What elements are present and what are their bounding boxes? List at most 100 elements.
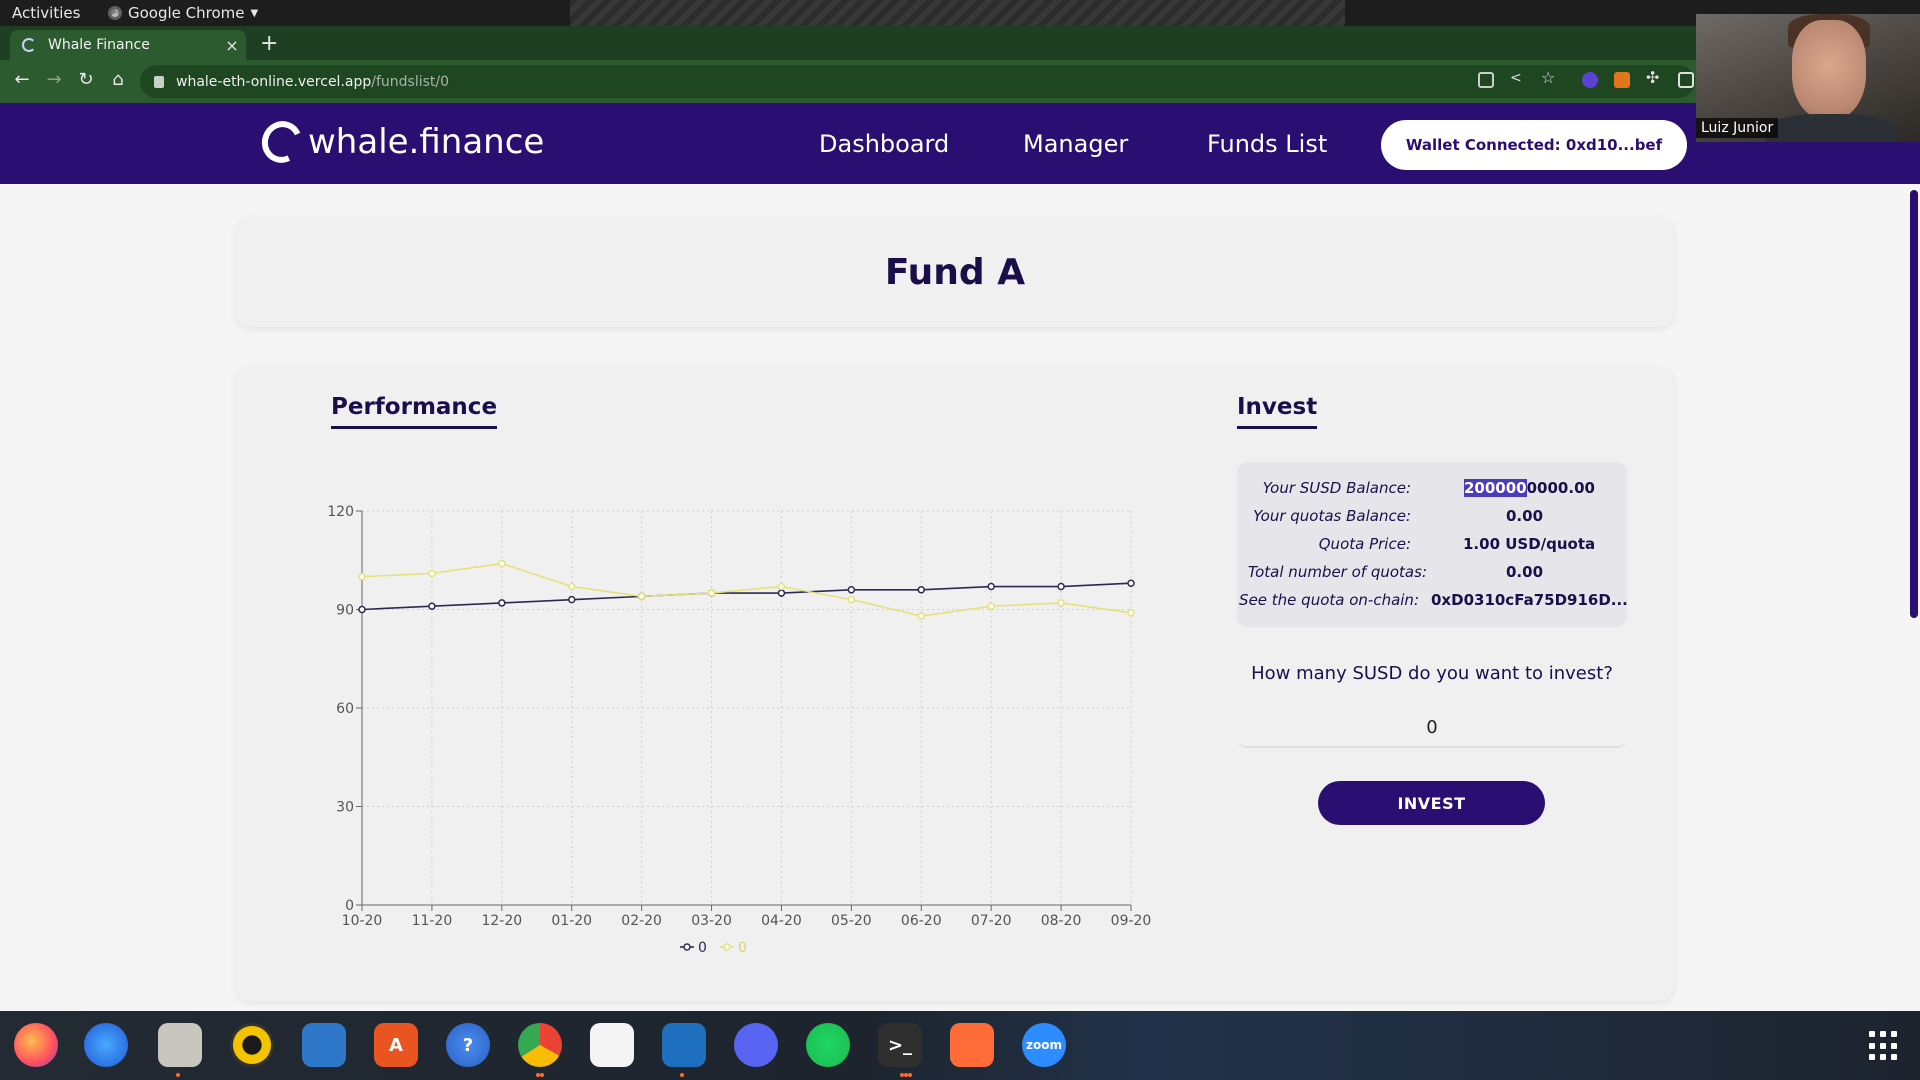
series-point-1 [847, 595, 856, 604]
caret-down-icon: ▼ [250, 7, 259, 19]
x-tick-label: 04-20 [761, 913, 802, 929]
info-row-quota-onchain: See the quota on-chain: 0xD0310cFa75D916… [1237, 591, 1628, 615]
bookmark-star-icon[interactable]: ☆ [1541, 68, 1557, 87]
metamask-icon[interactable] [1614, 72, 1630, 88]
performance-chart: 0 30 60 90 120 10-20 11-20 12-20 01-20 02-20 03-20… [327, 504, 1151, 956]
activities-button[interactable]: Activities [12, 4, 80, 22]
reload-icon[interactable]: ↻ [74, 69, 98, 90]
series-point-1 [637, 592, 646, 601]
dock-chrome-icon[interactable] [518, 1023, 562, 1067]
dock-software-icon[interactable]: A [374, 1023, 418, 1067]
translate-icon[interactable] [1478, 72, 1494, 88]
top-bar-pattern [570, 0, 1345, 26]
dock-running-indicator [908, 1073, 912, 1077]
webcam-participant-name: Luiz Junior [1696, 118, 1779, 138]
series-point-1 [1127, 609, 1135, 617]
quota-price-value: 1.00 USD/quota [1463, 535, 1596, 553]
whale-favicon-icon [22, 38, 36, 52]
y-tick-label: 60 [336, 701, 354, 717]
fund-title-card: Fund A [236, 218, 1674, 327]
dock-slack-icon[interactable] [590, 1023, 634, 1067]
share-icon[interactable]: < [1510, 70, 1526, 86]
home-icon[interactable]: ⌂ [106, 69, 130, 90]
back-arrow-icon[interactable]: ← [10, 69, 34, 90]
extensions-puzzle-icon[interactable]: ✣ [1646, 68, 1662, 87]
show-apps-grid-icon[interactable] [1869, 1031, 1899, 1061]
quotas-balance-value: 0.00 [1506, 507, 1544, 525]
legend-swatch-dot-1 [723, 943, 731, 951]
nav-manager[interactable]: Manager [1023, 130, 1128, 158]
dock-thunderbird-icon[interactable] [84, 1023, 128, 1067]
side-panel-icon[interactable] [1678, 72, 1694, 88]
dock-rhythmbox-icon[interactable] [230, 1023, 274, 1067]
dock-terminal-icon[interactable]: >_ [878, 1023, 922, 1067]
forward-arrow-icon[interactable]: → [42, 69, 66, 90]
nav-dashboard[interactable]: Dashboard [819, 130, 949, 158]
series-point-0 [917, 586, 926, 594]
unselected-text: 0000.00 [1526, 479, 1595, 497]
tab-whale-finance[interactable]: Whale Finance × [10, 30, 246, 60]
series-point-1 [707, 589, 716, 597]
series-point-1 [917, 612, 926, 620]
series-point-0 [1127, 579, 1135, 587]
url-host: whale-eth-online.vercel.app [176, 73, 372, 90]
x-tick-label: 08-20 [1041, 913, 1082, 929]
series-point-0 [987, 582, 995, 591]
series-point-0 [777, 589, 786, 597]
dock-writer-icon[interactable] [302, 1023, 346, 1067]
invest-info-box: Your SUSD Balance: 2000000000.00 Your qu… [1237, 462, 1628, 627]
x-tick-label: 07-20 [971, 913, 1012, 929]
nav-funds-list[interactable]: Funds List [1207, 130, 1327, 158]
y-tick-label: 120 [327, 504, 354, 520]
series-point-0 [428, 602, 436, 610]
series-point-1 [428, 569, 436, 578]
new-tab-icon[interactable]: + [260, 31, 278, 56]
dock-zoom-icon[interactable]: zoom [1022, 1023, 1066, 1067]
series-point-1 [498, 559, 506, 568]
webcam-face [1792, 20, 1866, 120]
invest-button[interactable]: INVEST [1318, 781, 1545, 825]
chrome-icon [108, 6, 122, 20]
series-point-0 [358, 605, 366, 614]
selected-text-highlight: 200000 [1464, 479, 1527, 497]
invest-amount-input[interactable] [1237, 708, 1627, 748]
wallet-connected-button[interactable]: Wallet Connected: 0xd10...bef [1381, 120, 1687, 170]
site-logo[interactable]: whale.finance [256, 115, 545, 169]
page-scrollbar-thumb[interactable] [1910, 190, 1918, 618]
dock-postman-icon[interactable] [950, 1023, 994, 1067]
system-top-bar: Activities Google Chrome ▼ [0, 0, 1920, 26]
whale-logo-icon [256, 115, 308, 169]
total-quotas-label: Total number of quotas: [1247, 563, 1427, 581]
y-tick-label: 0 [345, 898, 354, 914]
dock-files-icon[interactable] [158, 1023, 202, 1067]
extension-purple-icon[interactable] [1582, 72, 1598, 88]
x-tick-label: 10-20 [342, 913, 383, 929]
brand-name: whale.finance [308, 122, 545, 162]
performance-heading: Performance [331, 394, 498, 429]
dock-running-indicator [176, 1073, 180, 1077]
legend-label-1: 0 [738, 940, 747, 956]
x-tick-label: 12-20 [481, 913, 522, 929]
dock-discord-icon[interactable] [734, 1023, 778, 1067]
series-point-0 [498, 599, 506, 607]
quotas-balance-label: Your quotas Balance: [1253, 507, 1411, 525]
series-point-1 [1057, 599, 1065, 607]
x-tick-label: 03-20 [691, 913, 732, 929]
dock-firefox-icon[interactable] [14, 1023, 58, 1067]
quota-onchain-link[interactable]: 0xD0310cFa75D916D... [1431, 591, 1628, 609]
dock-spotify-icon[interactable] [806, 1023, 850, 1067]
dock-vscode-icon[interactable] [662, 1023, 706, 1067]
quota-price-label: Quota Price: [1318, 535, 1411, 553]
webcam-shirt [1766, 114, 1896, 142]
dock-help-icon[interactable]: ? [446, 1023, 490, 1067]
series-point-0 [567, 595, 576, 604]
dock-running-indicator [680, 1073, 684, 1077]
invest-question: How many SUSD do you want to invest? [1251, 663, 1613, 684]
close-tab-icon[interactable]: × [218, 36, 246, 55]
address-bar[interactable]: whale-eth-online.vercel.app /fundslist/0 [140, 65, 1695, 98]
x-tick-label: 02-20 [621, 913, 662, 929]
browser-toolbar: ← → ↻ ⌂ whale-eth-online.vercel.app /fun… [0, 60, 1920, 103]
site-header: whale.finance Dashboard Manager Funds Li… [0, 103, 1920, 184]
info-row-quota-price: Quota Price: 1.00 USD/quota [1237, 535, 1627, 559]
app-menu[interactable]: Google Chrome ▼ [108, 4, 258, 22]
